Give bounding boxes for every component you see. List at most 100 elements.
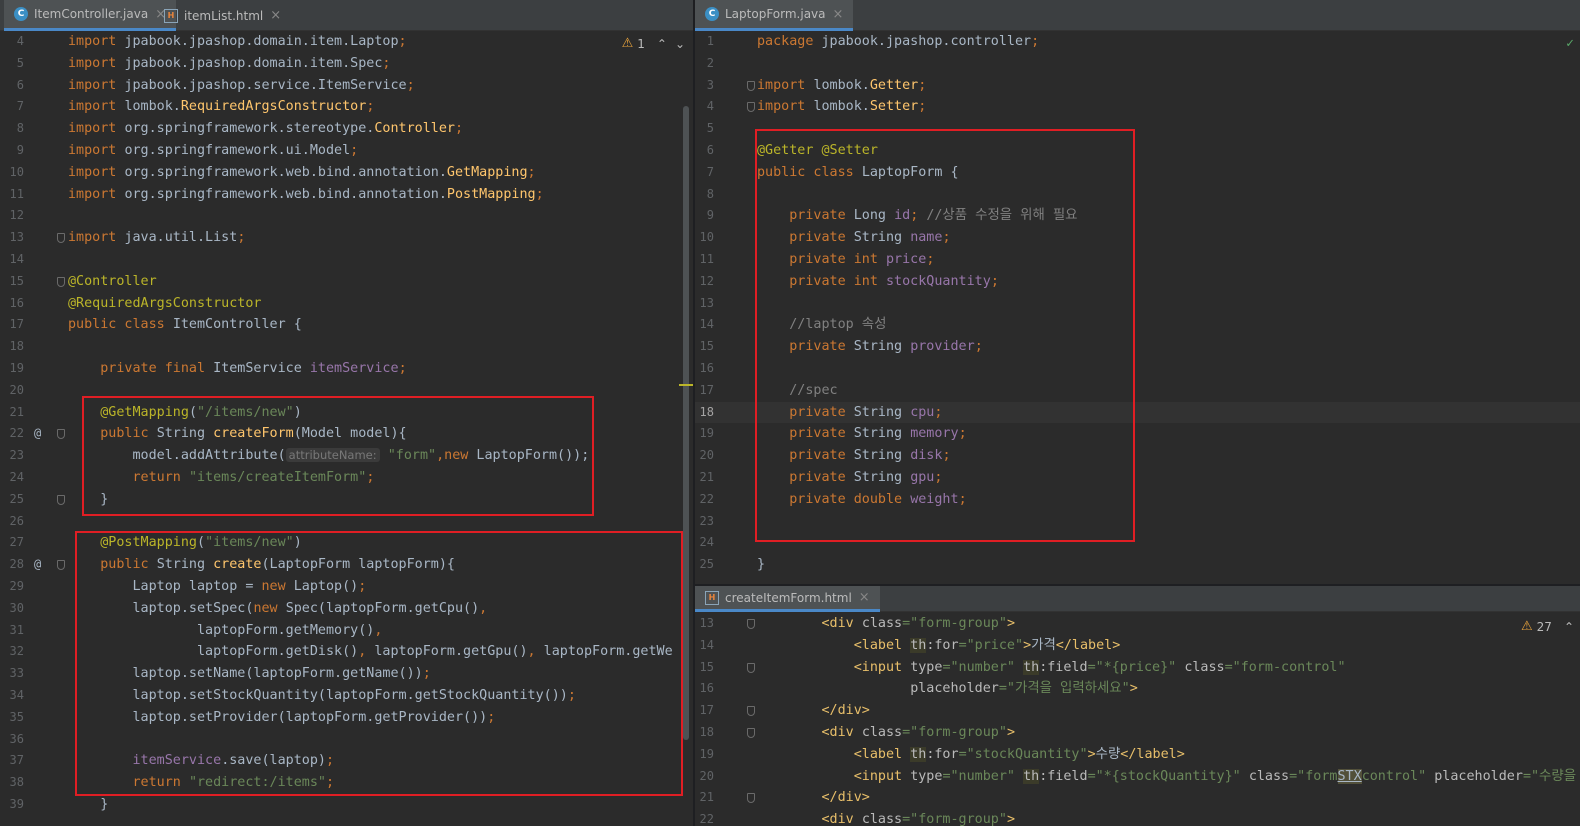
code-line[interactable]: 22 private double weight;	[695, 489, 1580, 511]
fold-icon[interactable]	[747, 728, 755, 738]
editor-pane-item-controller[interactable]: C ItemController.java × HitemList.html × ⚠ 1…	[0, 0, 693, 826]
fold-icon[interactable]	[747, 80, 755, 91]
code-line[interactable]: 2	[695, 53, 1580, 75]
fold-icon[interactable]	[57, 233, 65, 244]
code-line[interactable]: 37 itemService.save(laptop);	[0, 750, 693, 772]
code-line[interactable]: 25}	[695, 554, 1580, 576]
code-line[interactable]: 36	[0, 729, 693, 751]
code-line[interactable]: 25 }	[0, 489, 693, 511]
fold-icon[interactable]	[747, 619, 755, 629]
vertical-scrollbar[interactable]	[683, 106, 689, 740]
code-line[interactable]: 19 <label th:for="stockQuantity">수량</lab…	[695, 744, 1580, 766]
code-line[interactable]: 13 import java.util.List;	[0, 227, 693, 249]
code-line[interactable]: 23	[695, 511, 1580, 533]
code-line[interactable]: 3 import lombok.Getter;	[695, 75, 1580, 97]
fold-icon[interactable]	[747, 706, 755, 717]
fold-icon[interactable]	[747, 102, 755, 113]
fold-icon[interactable]	[57, 276, 65, 287]
code-line[interactable]: 6 @Getter @Setter	[695, 140, 1580, 162]
code-line[interactable]: 21 </div>	[695, 787, 1580, 809]
code-line[interactable]: 7 import lombok.RequiredArgsConstructor;	[0, 96, 693, 118]
code-line[interactable]: 18	[0, 336, 693, 358]
mapping-gutter-icon[interactable]: @	[34, 423, 41, 445]
code-line[interactable]: 5 import jpabook.jpashop.domain.item.Spec…	[0, 53, 693, 75]
code-line[interactable]: 13	[695, 293, 1580, 315]
tab-createitemform-html[interactable]: HcreateItemForm.html ×	[695, 586, 880, 612]
code-line[interactable]: 18 <div class="form-group">	[695, 722, 1580, 744]
code-line[interactable]: 23 model.addAttribute(attributeName: "fo…	[0, 445, 693, 467]
code-line[interactable]: 15 <input type="number" th:field="*{pric…	[695, 657, 1580, 679]
code-line[interactable]: 19 private final ItemService itemService…	[0, 358, 693, 380]
code-line[interactable]: 11 import org.springframework.web.bind.an…	[0, 184, 693, 206]
code-line[interactable]: 20	[0, 380, 693, 402]
code-editor[interactable]: 1 package jpabook.jpashop.controller; 2 3 im…	[695, 31, 1580, 584]
fold-icon[interactable]	[57, 429, 65, 440]
code-line[interactable]: 34 laptop.setStockQuantity(laptopForm.ge…	[0, 685, 693, 707]
code-token: private double	[789, 491, 911, 507]
code-line[interactable]: 24	[695, 532, 1580, 554]
close-tab-icon[interactable]: ×	[270, 8, 281, 23]
code-line[interactable]: 12 private int stockQuantity;	[695, 271, 1580, 293]
code-line[interactable]: 14 <label th:for="price">가격</label>	[695, 635, 1580, 657]
close-tab-icon[interactable]: ×	[859, 590, 870, 605]
tab-laptopform-java[interactable]: C LaptopForm.java ×	[695, 0, 854, 31]
code-line[interactable]: 4 import jpabook.jpashop.domain.item.Lapt…	[0, 31, 693, 53]
code-line[interactable]: 14	[0, 249, 693, 271]
code-line[interactable]: 15 private String provider;	[695, 336, 1580, 358]
code-line[interactable]: 24 return "items/createItemForm";	[0, 467, 693, 489]
code-line[interactable]: 39 }	[0, 794, 693, 816]
code-line[interactable]: 20 <input type="number" th:field="*{stoc…	[695, 766, 1580, 788]
code-line[interactable]: 9 private Long id; //상품 수정을 위해 필요	[695, 205, 1580, 227]
code-line[interactable]: 14 //laptop 속성	[695, 314, 1580, 336]
code-line[interactable]: 17 public class ItemController {	[0, 314, 693, 336]
code-line[interactable]: 27 @PostMapping("items/new")	[0, 532, 693, 554]
code-line[interactable]: 8 import org.springframework.stereotype.C…	[0, 118, 693, 140]
code-line[interactable]: 9 import org.springframework.ui.Model;	[0, 140, 693, 162]
code-line[interactable]: 35 laptop.setProvider(laptopForm.getProv…	[0, 707, 693, 729]
code-editor[interactable]: 4 import jpabook.jpashop.domain.item.Lapt…	[0, 31, 693, 826]
code-line[interactable]: 6 import jpabook.jpashop.service.ItemServ…	[0, 75, 693, 97]
code-line[interactable]: 17 //spec	[695, 380, 1580, 402]
fold-icon[interactable]	[57, 560, 65, 571]
code-line[interactable]: 28 @ public String create(LaptopForm lapt…	[0, 554, 693, 576]
code-line[interactable]: 19 private String memory;	[695, 423, 1580, 445]
code-line[interactable]: 21 @GetMapping("/items/new")	[0, 402, 693, 424]
code-line[interactable]: 8	[695, 184, 1580, 206]
code-line[interactable]: 1 package jpabook.jpashop.controller;	[695, 31, 1580, 53]
tab-itemlist-html[interactable]: HitemList.html ×	[154, 0, 291, 31]
editor-pane-laptop-form[interactable]: C LaptopForm.java × ✓ 1 package jpabook.jpa…	[695, 0, 1580, 584]
code-line[interactable]: 20 private String disk;	[695, 445, 1580, 467]
code-line[interactable]: 31 laptopForm.getMemory(),	[0, 620, 693, 642]
code-line[interactable]: 7 public class LaptopForm {	[695, 162, 1580, 184]
code-line[interactable]: 5	[695, 118, 1580, 140]
fold-icon[interactable]	[747, 662, 755, 673]
editor-pane-create-item-form[interactable]: HcreateItemForm.html × ⚠ 27 ⌃ 13 <div cla…	[695, 586, 1580, 826]
code-line[interactable]: 38 return "redirect:/items";	[0, 772, 693, 794]
code-line[interactable]: 26	[0, 511, 693, 533]
code-line[interactable]: 21 private String gpu;	[695, 467, 1580, 489]
code-line[interactable]: 4 import lombok.Setter;	[695, 96, 1580, 118]
close-tab-icon[interactable]: ×	[833, 7, 844, 22]
code-line[interactable]: 29 Laptop laptop = new Laptop();	[0, 576, 693, 598]
code-line[interactable]: 17 </div>	[695, 700, 1580, 722]
code-line[interactable]: 18 private String cpu;	[695, 401, 1580, 424]
code-line[interactable]: 13 <div class="form-group">	[695, 613, 1580, 635]
code-editor[interactable]: 13 <div class="form-group"> 14 <label th:…	[695, 613, 1580, 826]
code-line[interactable]: 11 private int price;	[695, 249, 1580, 271]
fold-icon[interactable]	[747, 793, 755, 804]
code-line[interactable]: 30 laptop.setSpec(new Spec(laptopForm.ge…	[0, 598, 693, 620]
code-line[interactable]: 22 @ public String createForm(Model model…	[0, 423, 693, 445]
code-line[interactable]: 32 laptopForm.getDisk(), laptopForm.getG…	[0, 641, 693, 663]
tab-itemcontroller-java[interactable]: C ItemController.java ×	[4, 0, 177, 31]
code-line[interactable]: 10 import org.springframework.web.bind.an…	[0, 162, 693, 184]
code-line[interactable]: 22 <div class="form-group">	[695, 809, 1580, 826]
code-line[interactable]: 16 placeholder="가격을 입력하세요">	[695, 678, 1580, 700]
code-line[interactable]: 15 @Controller	[0, 271, 693, 293]
mapping-gutter-icon[interactable]: @	[34, 554, 41, 576]
code-line[interactable]: 16 @RequiredArgsConstructor	[0, 293, 693, 315]
code-line[interactable]: 10 private String name;	[695, 227, 1580, 249]
code-line[interactable]: 16	[695, 358, 1580, 380]
code-line[interactable]: 12	[0, 205, 693, 227]
code-line[interactable]: 33 laptop.setName(laptopForm.getName());	[0, 663, 693, 685]
fold-icon[interactable]	[57, 494, 65, 505]
